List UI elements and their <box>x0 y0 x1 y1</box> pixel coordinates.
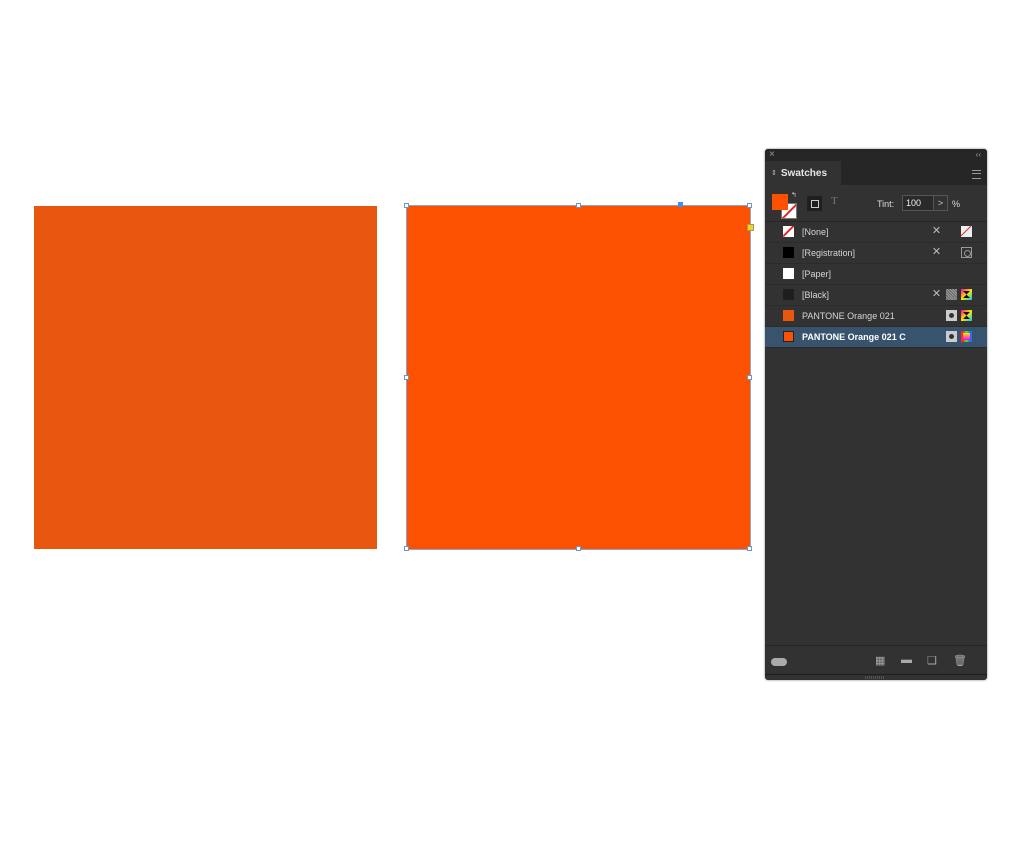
panel-titlebar: × ‹‹ <box>765 149 987 161</box>
swatch-name: [None] <box>802 227 829 237</box>
swatch-name: PANTONE Orange 021 <box>802 311 895 321</box>
resize-handle-top-left[interactable] <box>404 203 409 208</box>
swatch-name: PANTONE Orange 021 C <box>802 332 906 342</box>
resize-handle-bottom-left[interactable] <box>404 546 409 551</box>
process-color-icon <box>946 289 957 300</box>
registration-icon <box>961 247 972 258</box>
resize-handle-right[interactable] <box>747 375 752 380</box>
tint-percent-label: % <box>952 199 961 209</box>
spot-color-icon <box>946 331 957 342</box>
no-edit-icon: ✕ <box>931 246 942 258</box>
no-edit-icon: ✕ <box>931 225 942 237</box>
fill-swatch[interactable] <box>772 194 788 210</box>
swatch-chip-none <box>783 226 794 237</box>
container-icon <box>810 199 819 208</box>
new-swatch-icon[interactable]: ❏ <box>927 654 937 667</box>
swatch-row-pantone-orange-021-c[interactable]: PANTONE Orange 021 C <box>765 327 987 348</box>
panel-bottom-divider <box>765 674 987 675</box>
tint-label: Tint: <box>877 199 895 209</box>
right-orange-rectangle-selected[interactable] <box>404 202 754 551</box>
spot-color-icon <box>946 310 957 321</box>
swatch-chip-paper <box>783 268 794 279</box>
close-icon[interactable]: × <box>769 149 775 161</box>
swatch-name: [Registration] <box>802 248 856 258</box>
resize-handle-top-right[interactable] <box>747 203 752 208</box>
delete-swatch-icon[interactable]: 🗑 <box>953 654 967 667</box>
swatch-list: [None] ✕ [Registration] ✕ [Paper] [Black… <box>765 222 987 348</box>
swatch-chip-pantone-orange-021-c <box>783 331 794 342</box>
new-color-group-icon[interactable]: ▬ <box>901 654 912 666</box>
live-corner-handle[interactable] <box>747 224 754 231</box>
swatch-row-pantone-orange-021[interactable]: PANTONE Orange 021 <box>765 306 987 327</box>
swatch-chip-pantone-orange-021 <box>783 310 794 321</box>
swatch-row-registration[interactable]: [Registration] ✕ <box>765 243 987 264</box>
resize-handle-bottom-right[interactable] <box>747 546 752 551</box>
swatch-controls: ↰ T Tint: 100 > % <box>765 185 987 222</box>
swatch-row-none[interactable]: [None] ✕ <box>765 222 987 243</box>
show-swatch-kinds-icon[interactable]: ▦ <box>875 654 885 667</box>
panel-footer: ▦ ▬ ❏ 🗑 <box>765 645 987 680</box>
swatch-name: [Black] <box>802 290 830 300</box>
formatting-affects-container-button[interactable] <box>807 196 822 211</box>
cmyk-icon <box>961 310 972 321</box>
tint-input[interactable]: 100 <box>902 195 934 211</box>
content-grabber-handle[interactable] <box>678 202 683 207</box>
tab-swatches[interactable]: ⇕ Swatches <box>765 161 841 185</box>
collapse-icon[interactable]: ‹‹ <box>976 149 981 161</box>
resize-handle-bottom[interactable] <box>576 546 581 551</box>
expand-arrows-icon: ⇕ <box>771 170 777 177</box>
swatch-row-paper[interactable]: [Paper] <box>765 264 987 285</box>
swap-fill-stroke-icon[interactable]: ↰ <box>791 191 797 199</box>
swatch-chip-registration <box>783 247 794 258</box>
cc-libraries-icon[interactable] <box>771 658 787 666</box>
panel-menu-icon[interactable] <box>972 170 981 179</box>
swatch-chip-black <box>783 289 794 300</box>
cmyk-icon <box>961 289 972 300</box>
resize-grip[interactable] <box>865 676 885 679</box>
panel-tab-row: ⇕ Swatches <box>765 161 987 185</box>
swatch-name: [Paper] <box>802 269 832 279</box>
swatches-panel: × ‹‹ ⇕ Swatches ↰ T Tint: 100 > % [None]… <box>765 149 987 680</box>
formatting-affects-text-button[interactable]: T <box>831 195 838 207</box>
resize-handle-top[interactable] <box>576 203 581 208</box>
resize-handle-left[interactable] <box>404 375 409 380</box>
tint-slider-button[interactable]: > <box>934 195 948 211</box>
swatch-row-black[interactable]: [Black] ✕ <box>765 285 987 306</box>
tab-swatches-label: Swatches <box>780 167 828 179</box>
no-edit-icon: ✕ <box>931 288 942 300</box>
rgb-icon <box>961 331 972 342</box>
left-orange-rectangle[interactable] <box>34 206 377 549</box>
none-icon <box>961 226 972 237</box>
